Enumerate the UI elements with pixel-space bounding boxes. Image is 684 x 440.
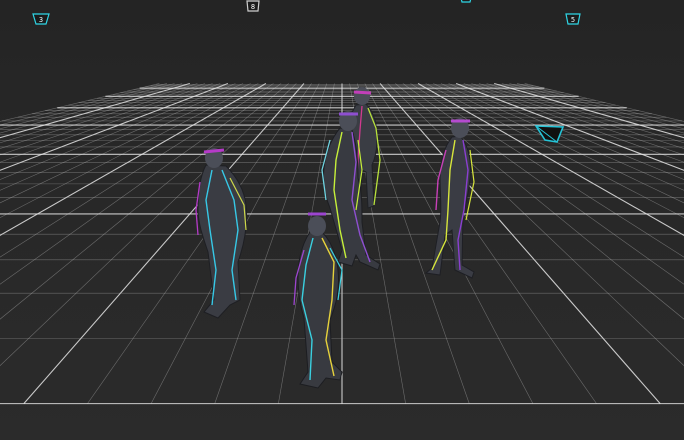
camera-number: 5 — [571, 16, 575, 24]
grid-line — [0, 83, 289, 320]
grid-line — [440, 83, 684, 191]
actor-headband — [203, 148, 225, 154]
grid-line — [0, 82, 229, 171]
scene-canvas[interactable]: 3 8 5 — [0, 0, 684, 440]
grid-line — [455, 82, 684, 171]
camera-icon — [460, 0, 472, 3]
actor-front[interactable] — [293, 212, 343, 389]
actor-body — [197, 164, 247, 319]
actor-body — [424, 135, 475, 279]
grid-line — [387, 83, 684, 367]
camera-marker-3[interactable] — [460, 0, 472, 3]
camera-marker-2[interactable]: 8 — [246, 0, 260, 12]
camera-marker-4[interactable]: 5 — [565, 13, 581, 25]
grid-line — [372, 83, 597, 404]
camera-number: 3 — [39, 16, 43, 24]
grid-line — [463, 83, 684, 163]
actor-left[interactable] — [195, 148, 247, 319]
grid-line — [0, 83, 221, 163]
grid-line — [23, 83, 305, 404]
grid-line — [0, 83, 168, 126]
grid-line — [379, 83, 661, 404]
actor-head — [354, 87, 370, 105]
grid-line — [486, 83, 684, 144]
grid-line — [0, 82, 190, 139]
grid-line — [509, 83, 684, 130]
grid-line — [448, 83, 684, 180]
grid-line — [364, 83, 534, 404]
3d-viewport[interactable]: 3 8 5 — [0, 0, 684, 440]
grid-line — [87, 83, 312, 404]
actor-head — [308, 216, 326, 236]
grid-line — [0, 83, 198, 144]
camera-marker-1[interactable]: 3 — [32, 13, 50, 25]
grid-line — [0, 83, 175, 130]
camera-number: 8 — [251, 3, 255, 11]
grid-line — [0, 83, 236, 180]
grid-line — [0, 83, 297, 367]
grid-line — [0, 83, 183, 134]
grid-line — [501, 83, 684, 134]
actor-headband — [353, 90, 372, 95]
grid-line — [494, 82, 684, 139]
grid-line — [0, 83, 160, 122]
grid-line — [0, 83, 213, 156]
grid-line — [471, 83, 684, 156]
